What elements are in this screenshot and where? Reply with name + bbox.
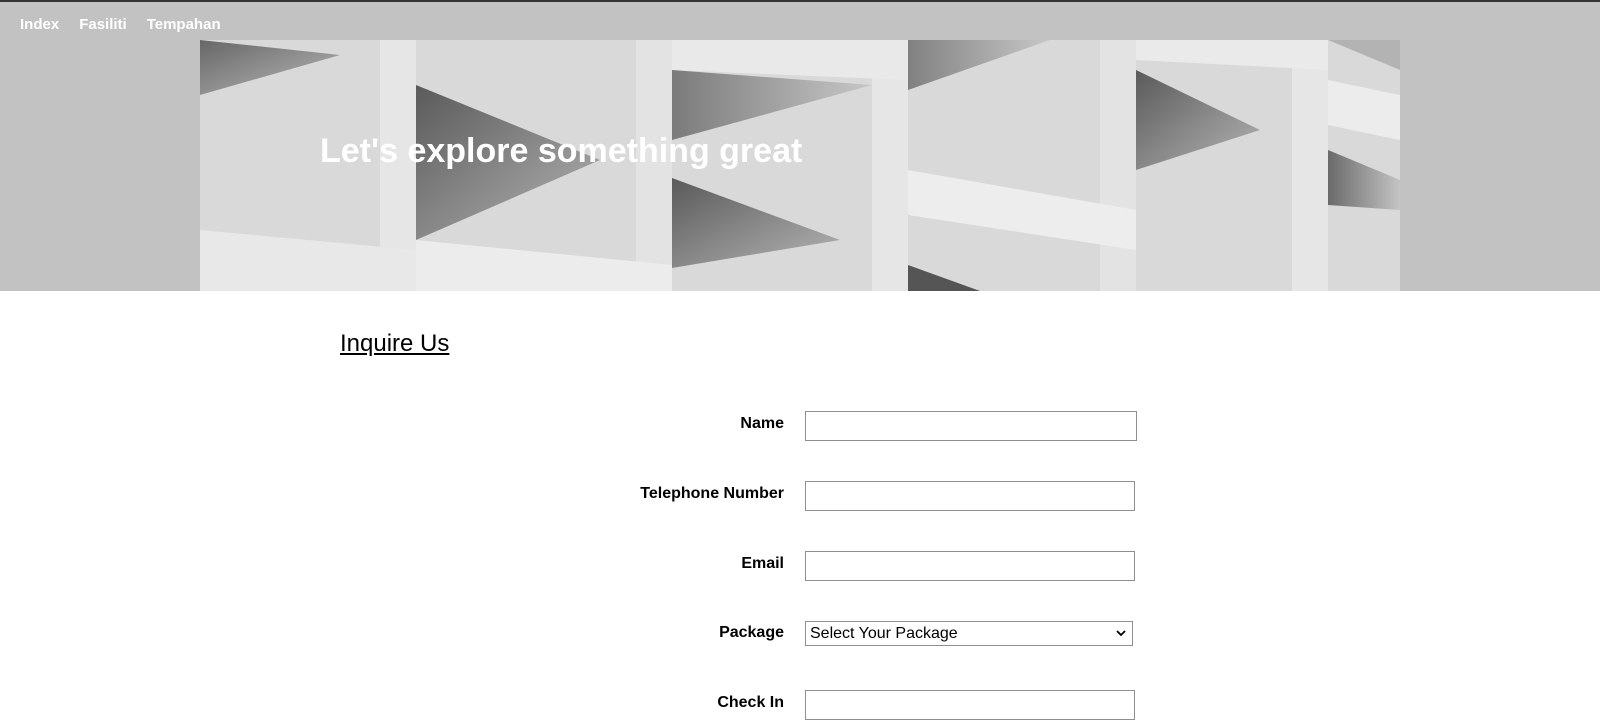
inquire-heading: Inquire Us [340,330,450,357]
checkin-label: Check In [717,694,784,711]
email-input[interactable] [805,551,1135,581]
name-input[interactable] [805,411,1137,441]
chevron-down-icon [1116,630,1126,637]
main-nav: Index Fasiliti Tempahan [20,16,221,33]
email-row: Email [0,551,1600,583]
package-row: Package Select Your Package [0,621,1600,653]
nav-link-index[interactable]: Index [20,16,59,33]
name-row: Name [0,411,1600,443]
hero-banner: Let's explore something great [200,40,1400,291]
package-label: Package [719,624,784,641]
telephone-label: Telephone Number [640,485,784,502]
email-label: Email [741,555,784,572]
package-selected-value: Select Your Package [810,624,958,642]
telephone-row: Telephone Number [0,481,1600,513]
nav-link-fasiliti[interactable]: Fasiliti [79,16,127,33]
nav-link-tempahan[interactable]: Tempahan [147,16,221,33]
telephone-input[interactable] [805,481,1135,511]
checkin-input[interactable] [805,690,1135,720]
package-select[interactable]: Select Your Package [805,621,1133,646]
name-label: Name [740,415,784,432]
checkin-row: Check In [0,690,1600,722]
hero-title: Let's explore something great [320,132,803,170]
